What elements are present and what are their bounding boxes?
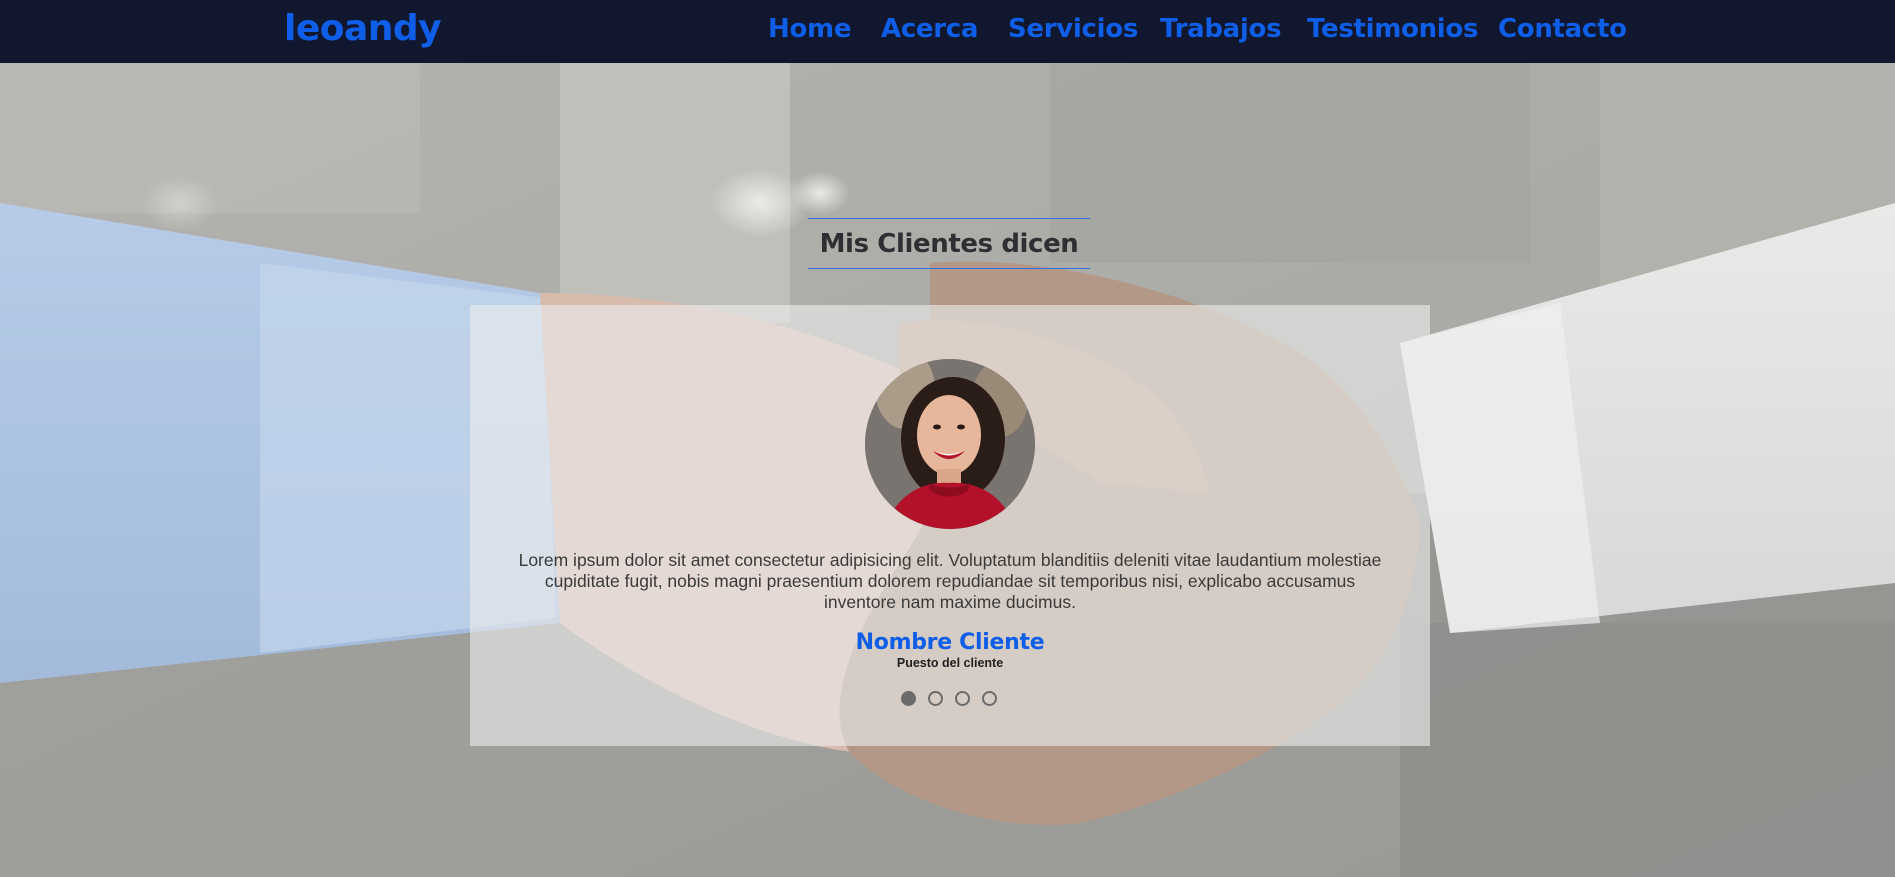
section-title-frame: Mis Clientes dicen xyxy=(808,218,1090,269)
carousel-dots xyxy=(901,691,1011,707)
testimonial-quote: Lorem ipsum dolor sit amet consectetur a… xyxy=(518,550,1382,612)
nav-link-contacto[interactable]: Contacto xyxy=(1498,14,1627,44)
nav-link-testimonios[interactable]: Testimonios xyxy=(1307,14,1478,44)
client-name: Nombre Cliente xyxy=(855,630,1045,655)
carousel-dot-4[interactable] xyxy=(982,691,997,706)
carousel-dot-1[interactable] xyxy=(901,691,916,706)
top-navbar: leoandy Home Acerca Servicios Trabajos T… xyxy=(0,0,1895,63)
nav-link-home[interactable]: Home xyxy=(768,14,851,44)
nav-link-servicios[interactable]: Servicios xyxy=(1008,14,1138,44)
carousel-dot-2[interactable] xyxy=(928,691,943,706)
nav-link-acerca[interactable]: Acerca xyxy=(881,14,978,44)
testimonial-card: Lorem ipsum dolor sit amet consectetur a… xyxy=(470,305,1430,746)
brand-logo[interactable]: leoandy xyxy=(284,8,442,49)
section-title: Mis Clientes dicen xyxy=(819,228,1079,259)
client-role: Puesto del cliente xyxy=(896,656,1004,670)
nav-link-trabajos[interactable]: Trabajos xyxy=(1160,14,1282,44)
carousel-dot-3[interactable] xyxy=(955,691,970,706)
client-avatar xyxy=(865,359,1035,529)
